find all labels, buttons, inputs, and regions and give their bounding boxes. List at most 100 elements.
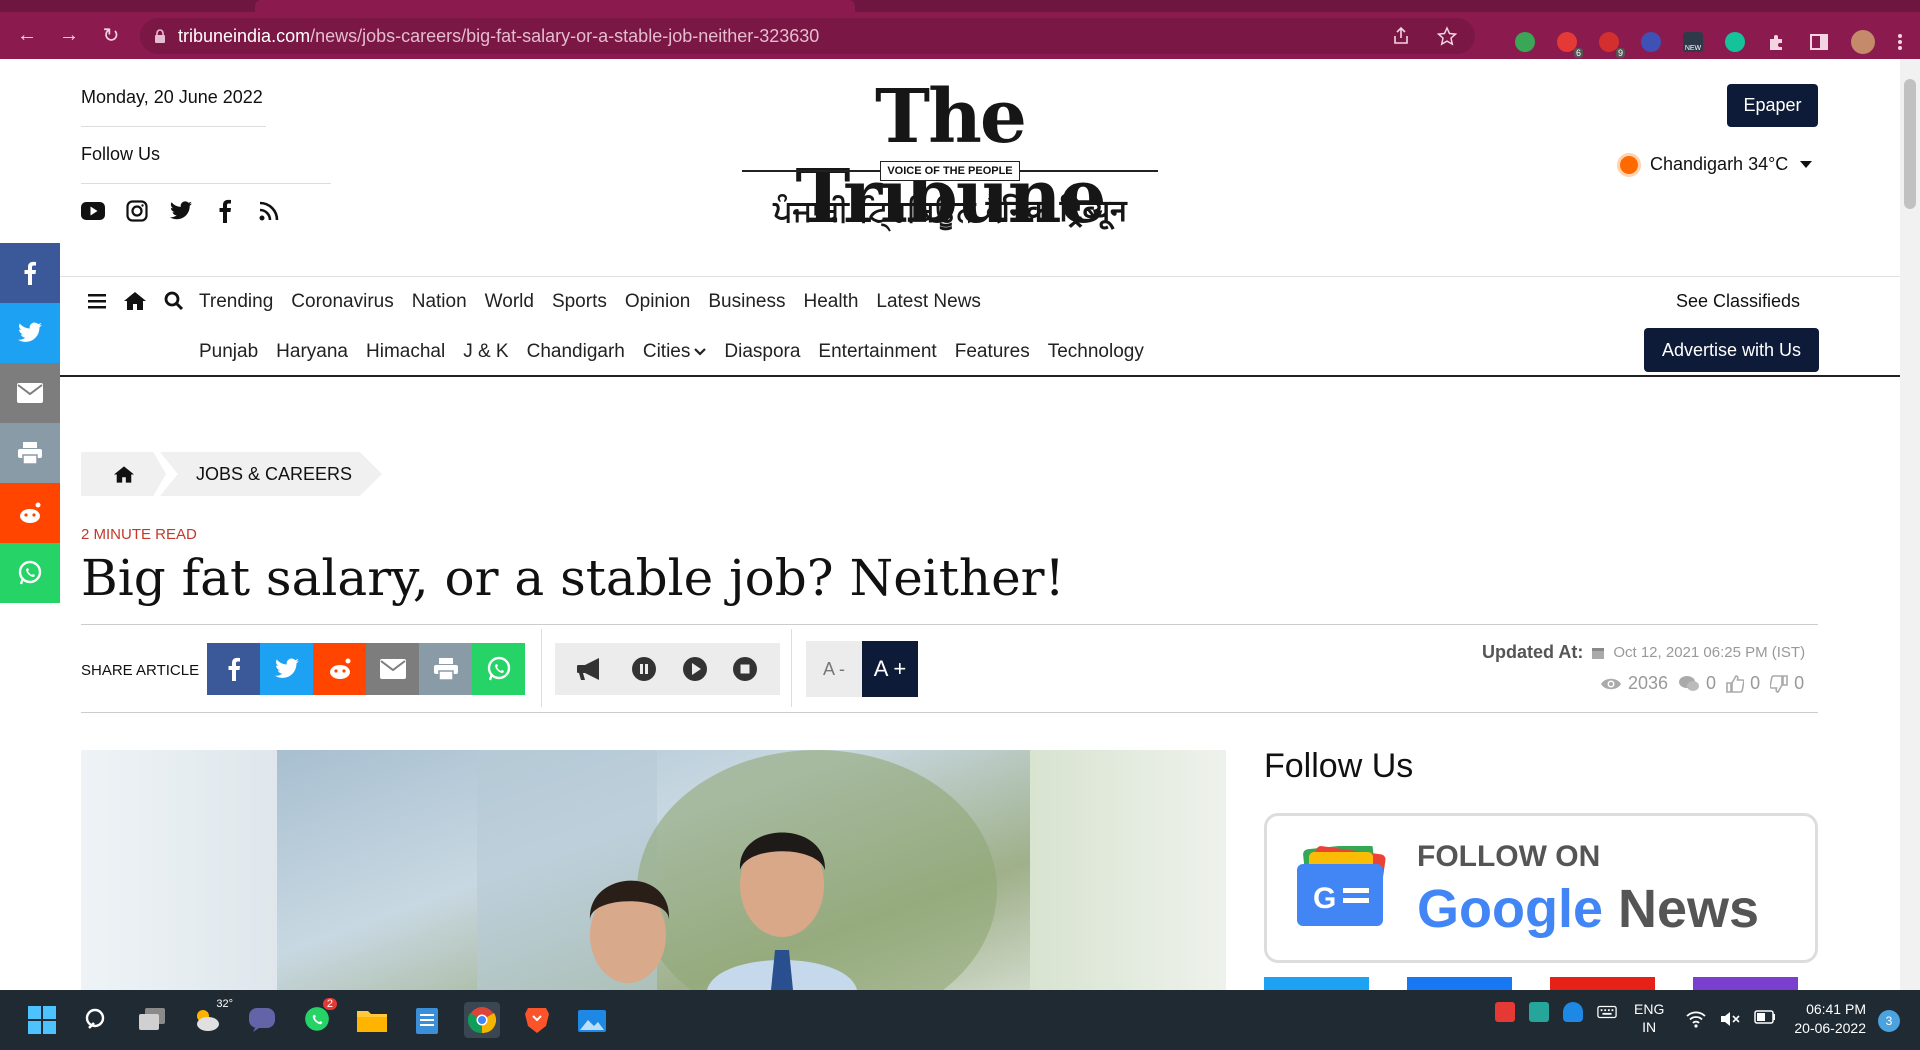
notification-count-badge[interactable]: 3 — [1878, 1010, 1900, 1032]
breadcrumb-home[interactable] — [81, 452, 166, 496]
thumbs-up-icon[interactable] — [1726, 674, 1745, 693]
rss-icon[interactable] — [257, 199, 281, 223]
security-shield-icon[interactable] — [1563, 1002, 1583, 1022]
breadcrumb-section[interactable]: JOBS & CAREERS — [160, 452, 383, 496]
reload-icon[interactable]: ↻ — [96, 21, 126, 51]
nav-item-chandigarh[interactable]: Chandigarh — [527, 341, 625, 363]
thumbs-down-icon[interactable] — [1770, 674, 1788, 693]
start-button[interactable] — [24, 1002, 60, 1038]
youtube-icon[interactable] — [81, 199, 105, 223]
facebook-share-button[interactable] — [207, 643, 260, 695]
stop-icon[interactable] — [732, 656, 758, 682]
file-explorer-button[interactable] — [354, 1002, 390, 1038]
nav-item-world[interactable]: World — [485, 291, 534, 313]
search-icon[interactable] — [164, 291, 184, 311]
side-panel-icon[interactable] — [1809, 32, 1829, 52]
extension-globe-icon[interactable] — [1515, 32, 1535, 52]
nav-item-jk[interactable]: J & K — [463, 341, 508, 363]
battery-icon[interactable] — [1754, 1010, 1776, 1024]
epaper-button[interactable]: Epaper — [1727, 84, 1818, 127]
nav-item-haryana[interactable]: Haryana — [276, 341, 348, 363]
print-share-button[interactable] — [0, 423, 60, 483]
address-bar[interactable]: tribuneindia.com/news/jobs-careers/big-f… — [140, 18, 1475, 54]
twitter-share-button[interactable] — [260, 643, 313, 695]
hamburger-menu-icon[interactable] — [88, 293, 106, 309]
nav-item-features[interactable]: Features — [955, 341, 1030, 363]
extension-grammarly-icon[interactable] — [1725, 32, 1745, 52]
email-share-button[interactable] — [0, 363, 60, 423]
extension-new-icon[interactable]: NEW — [1683, 32, 1703, 52]
google-news-follow-card[interactable]: G FOLLOW ON Google News — [1264, 813, 1818, 963]
twitter-tile[interactable] — [1264, 977, 1369, 990]
extension-m-icon[interactable] — [1641, 32, 1661, 52]
active-tab[interactable] — [255, 0, 855, 12]
chrome-taskbar-button[interactable] — [464, 1002, 500, 1038]
brave-browser-button[interactable] — [519, 1002, 555, 1038]
tribune-logo[interactable]: The Tribune VOICE OF THE PEOPLE ਪੰਜਾਬੀ ਟ… — [738, 77, 1162, 247]
taskbar-search-button[interactable] — [79, 1002, 115, 1038]
home-icon[interactable] — [124, 292, 146, 310]
nav-item-sports[interactable]: Sports — [552, 291, 607, 313]
input-language[interactable]: ENG IN — [1634, 1000, 1664, 1036]
bookmark-star-icon[interactable] — [1437, 26, 1457, 46]
extensions-puzzle-icon[interactable] — [1767, 32, 1787, 52]
extension-adblock-icon[interactable]: 9 — [1599, 32, 1625, 58]
profile-avatar[interactable] — [1851, 30, 1875, 54]
tray-app-icon[interactable] — [1529, 1002, 1549, 1022]
twitter-share-button[interactable] — [0, 303, 60, 363]
instagram-icon[interactable] — [125, 199, 149, 223]
advertise-button[interactable]: Advertise with Us — [1644, 328, 1819, 372]
extension-block-icon[interactable]: 6 — [1557, 32, 1583, 58]
back-icon[interactable]: ← — [12, 21, 42, 51]
print-share-button[interactable] — [419, 643, 472, 695]
nav-item-latest-news[interactable]: Latest News — [876, 291, 981, 313]
megaphone-icon[interactable] — [577, 657, 607, 681]
teams-chat-button[interactable] — [244, 1002, 280, 1038]
nav-item-health[interactable]: Health — [803, 291, 858, 313]
pause-icon[interactable] — [631, 656, 657, 682]
nav-item-entertainment[interactable]: Entertainment — [818, 341, 936, 363]
nav-item-himachal[interactable]: Himachal — [366, 341, 445, 363]
weather-widget[interactable]: Chandigarh 34°C — [1620, 154, 1813, 175]
share-page-icon[interactable] — [1391, 26, 1411, 46]
see-classifieds-link[interactable]: See Classifieds — [1676, 291, 1800, 312]
weather-taskbar-button[interactable]: 32° — [189, 998, 233, 1038]
browser-menu-icon[interactable] — [1897, 32, 1903, 52]
reddit-share-button[interactable] — [0, 483, 60, 543]
taskbar-clock[interactable]: 06:41 PM 20-06-2022 — [1786, 1000, 1866, 1038]
nav-item-technology[interactable]: Technology — [1048, 341, 1144, 363]
facebook-tile[interactable] — [1407, 977, 1512, 990]
whatsapp-share-button[interactable] — [0, 543, 60, 603]
scrollbar-thumb[interactable] — [1904, 79, 1916, 209]
font-decrease-button[interactable]: A - — [806, 641, 862, 697]
forward-icon[interactable]: → — [54, 21, 84, 51]
email-share-button[interactable] — [366, 643, 419, 695]
keyboard-icon[interactable] — [1597, 1002, 1617, 1022]
reddit-share-button[interactable] — [313, 643, 366, 695]
twitter-icon[interactable] — [169, 199, 193, 223]
notepad-button[interactable] — [409, 1002, 445, 1038]
whatsapp-taskbar-button[interactable]: 2 — [299, 998, 337, 1038]
volume-muted-icon[interactable] — [1720, 1010, 1740, 1028]
nav-item-nation[interactable]: Nation — [412, 291, 467, 313]
nav-item-cities[interactable]: Cities — [643, 341, 707, 363]
youtube-tile[interactable] — [1550, 977, 1655, 990]
comments-count: 0 — [1706, 673, 1717, 693]
facebook-icon[interactable] — [213, 199, 237, 223]
font-increase-button[interactable]: A + — [862, 641, 918, 697]
nav-item-diaspora[interactable]: Diaspora — [724, 341, 800, 363]
wifi-icon[interactable] — [1686, 1010, 1706, 1028]
instagram-tile[interactable] — [1693, 977, 1798, 990]
nav-item-opinion[interactable]: Opinion — [625, 291, 691, 313]
whatsapp-share-button[interactable] — [472, 643, 525, 695]
play-icon[interactable] — [682, 656, 708, 682]
tray-app-icon[interactable] — [1495, 1002, 1515, 1022]
page-scrollbar[interactable] — [1900, 59, 1920, 990]
task-view-button[interactable] — [134, 1002, 170, 1038]
facebook-share-button[interactable] — [0, 243, 60, 303]
nav-item-coronavirus[interactable]: Coronavirus — [291, 291, 393, 313]
nav-item-trending[interactable]: Trending — [199, 291, 273, 313]
nav-item-punjab[interactable]: Punjab — [199, 341, 258, 363]
photos-app-button[interactable] — [574, 1002, 610, 1038]
nav-item-business[interactable]: Business — [708, 291, 785, 313]
